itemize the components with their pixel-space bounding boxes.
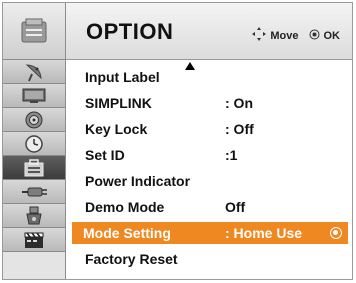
option-menu-list: Input Label SIMPLINK : On Key Lock : Off… <box>66 60 352 279</box>
menu-item-factory-reset[interactable]: Factory Reset <box>72 248 348 270</box>
menu-item-label: Input Label <box>85 69 160 85</box>
picture-screen-icon <box>21 87 47 105</box>
menu-item-demo-mode[interactable]: Demo Mode Off <box>72 196 348 218</box>
move-hint: Move <box>252 27 299 44</box>
ok-hint: OK <box>309 29 341 43</box>
category-sidebar <box>3 3 66 279</box>
menu-item-mode-setting[interactable]: Mode Setting : Home Use <box>72 222 348 244</box>
menu-item-input-label[interactable]: Input Label <box>72 66 348 88</box>
menu-item-set-id[interactable]: Set ID :1 <box>72 144 348 166</box>
move-hint-label: Move <box>270 29 299 42</box>
input-plug-icon <box>20 185 48 199</box>
menu-item-label: Mode Setting <box>83 225 171 241</box>
four-way-arrows-icon <box>252 27 270 44</box>
menu-item-power-indicator[interactable]: Power Indicator <box>72 170 348 192</box>
menu-item-value: : On <box>225 95 253 111</box>
menu-item-value: Off <box>225 199 246 215</box>
setup-tab-icon <box>20 18 48 44</box>
ok-button-icon <box>309 29 324 43</box>
menu-item-label: Factory Reset <box>85 251 178 267</box>
usb-stick-icon <box>24 205 44 227</box>
satellite-dish-icon <box>22 62 46 82</box>
menu-item-value: : Home Use <box>225 225 303 241</box>
clapperboard-icon <box>23 230 45 250</box>
menu-item-label: Demo Mode <box>85 199 165 215</box>
tv-option-menu: OPTION Move OK Input Label SIMPLINK: On… <box>2 2 353 280</box>
category-input[interactable] <box>3 180 65 204</box>
category-media[interactable] <box>3 228 65 252</box>
selected-radio-icon <box>330 227 342 239</box>
menu-item-label: Power Indicator <box>85 173 191 189</box>
menu-title: OPTION <box>86 19 174 44</box>
clock-icon <box>24 134 44 154</box>
menu-item-value: :1 <box>225 147 238 163</box>
menu-item-simplink[interactable]: SIMPLINK : On <box>72 92 348 114</box>
menu-header: OPTION Move OK <box>66 3 352 60</box>
menu-item-label: Set ID <box>85 147 125 163</box>
audio-speaker-icon <box>24 110 44 130</box>
category-audio[interactable] <box>3 108 65 132</box>
category-usb[interactable] <box>3 204 65 228</box>
category-channel[interactable] <box>3 60 65 84</box>
category-picture[interactable] <box>3 84 65 108</box>
menu-item-key-lock[interactable]: Key Lock : Off <box>72 118 348 140</box>
ok-hint-label: OK <box>323 29 341 42</box>
menu-item-label: Key Lock <box>85 121 148 137</box>
menu-item-value: : Off <box>225 121 254 137</box>
category-time[interactable] <box>3 132 65 156</box>
option-briefcase-icon <box>23 158 45 178</box>
category-setup[interactable] <box>3 3 65 60</box>
category-option[interactable] <box>3 156 65 180</box>
menu-item-label: SIMPLINK <box>85 95 152 111</box>
navigation-hints: Move OK <box>252 27 340 44</box>
